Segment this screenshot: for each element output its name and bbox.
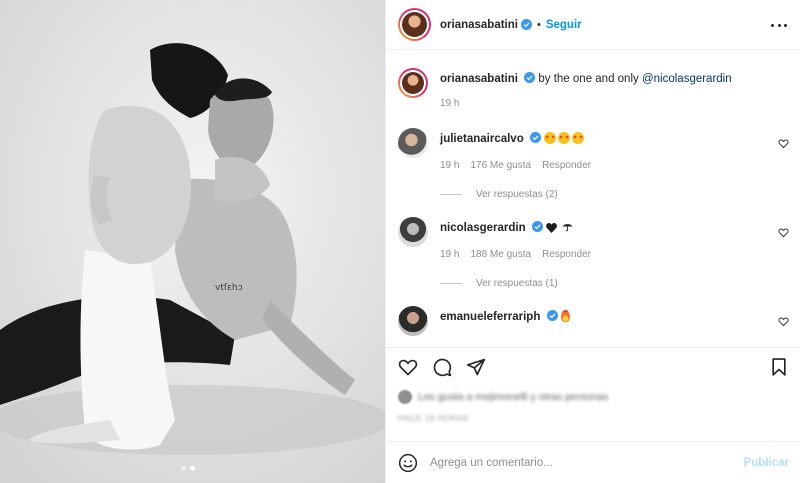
comment-avatar[interactable] [398, 128, 428, 158]
caption: orianasabatini by the one and only @nico… [398, 68, 789, 118]
star-struck-emoji [572, 132, 585, 144]
comment-likes-count[interactable]: 176 Me gusta [470, 160, 531, 171]
bookmark-icon[interactable] [769, 357, 789, 377]
svg-text:vtſɛhɔ: vtſɛhɔ [215, 283, 243, 293]
post-photo[interactable]: vtſɛhɔ [0, 0, 385, 483]
comment-username[interactable]: emanueleferrariph [440, 311, 540, 323]
comment-username[interactable]: julietanaircalvo [440, 133, 524, 145]
header-separator: • [536, 18, 541, 31]
comment-likes-count[interactable]: 188 Me gusta [470, 249, 531, 260]
caption-text-block: orianasabatini by the one and only @nico… [440, 72, 767, 87]
comment-username[interactable]: nicolasgerardin [440, 222, 526, 234]
likes-text: Les gusta a mejimonelli y otras personas [418, 391, 609, 403]
view-replies-label: Ver respuestas (2) [476, 189, 558, 200]
fire-emoji [560, 310, 570, 322]
comment-like-heart-icon[interactable] [778, 316, 789, 327]
caption-meta: 19 h [440, 98, 459, 109]
comment-item: julietanaircalvo 19 h 176 Me gusta Respo… [398, 128, 789, 208]
comment-input[interactable] [430, 456, 744, 469]
author-avatar[interactable] [398, 8, 431, 41]
comment-item: nicolasgerardin 19 h 188 Me gusta Respon… [398, 217, 789, 297]
replies-line [440, 194, 462, 195]
follow-button[interactable]: Seguir [546, 19, 582, 31]
replies-line [440, 283, 462, 284]
view-replies-label: Ver respuestas (1) [476, 278, 558, 289]
umbrella-emoji [563, 224, 573, 232]
comment-like-heart-icon[interactable] [778, 227, 789, 238]
more-options-icon[interactable] [771, 17, 787, 33]
comment-body: julietanaircalvo [440, 132, 767, 147]
post-side-panel: orianasabatini • Seguir orianasabatini b… [385, 0, 800, 483]
view-replies-button[interactable]: Ver respuestas (2) [440, 189, 558, 200]
caption-avatar[interactable] [398, 68, 428, 98]
star-struck-emoji [544, 132, 557, 144]
author-username[interactable]: orianasabatini [440, 19, 518, 31]
carousel-dot-active [190, 466, 195, 471]
carousel-indicator [181, 466, 195, 471]
reply-button[interactable]: Responder [542, 249, 591, 260]
heart-icon[interactable] [398, 357, 418, 377]
reply-button[interactable]: Responder [542, 160, 591, 171]
verified-icon [529, 132, 541, 143]
comment-like-heart-icon[interactable] [778, 138, 789, 149]
verified-icon [520, 19, 532, 30]
comment-time: 19 h [440, 160, 460, 171]
post-header: orianasabatini • Seguir [386, 0, 800, 50]
caption-mention-link[interactable]: @nicolasgerardin [642, 73, 732, 85]
verified-icon [546, 310, 558, 321]
publish-button[interactable]: Publicar [744, 457, 789, 469]
caption-text: by the one and only [538, 73, 639, 85]
comments-list[interactable]: orianasabatini by the one and only @nico… [386, 51, 800, 347]
caption-time: 19 h [440, 98, 460, 109]
comment-avatar[interactable] [398, 217, 428, 247]
post-image: vtſɛhɔ [0, 0, 385, 483]
post-timestamp: HACE 19 HORAS [398, 414, 469, 423]
comment-time: 19 h [440, 249, 460, 260]
comment-icon[interactable] [432, 357, 452, 377]
black-heart-emoji [546, 223, 557, 233]
caption-username[interactable]: orianasabatini [440, 73, 518, 85]
comment-body: nicolasgerardin [440, 221, 767, 236]
verified-icon [531, 221, 543, 232]
comment-body: emanueleferrariph [440, 310, 767, 325]
star-struck-emoji [558, 132, 571, 144]
post-actions-bar [386, 347, 800, 383]
likes-summary[interactable]: Les gusta a mejimonelli y otras personas [398, 390, 608, 404]
comment-item: emanueleferrariph [398, 306, 789, 346]
comment-meta: 19 h 176 Me gusta Responder [440, 160, 591, 171]
comment-composer: Publicar [386, 441, 800, 483]
comment-meta: 19 h 188 Me gusta Responder [440, 249, 591, 260]
emoji-icon[interactable] [398, 453, 418, 473]
share-icon[interactable] [466, 357, 486, 377]
verified-icon [524, 72, 536, 83]
comment-avatar[interactable] [398, 306, 428, 336]
carousel-dot [181, 466, 186, 471]
view-replies-button[interactable]: Ver respuestas (1) [440, 278, 558, 289]
liker-avatar [398, 390, 412, 404]
